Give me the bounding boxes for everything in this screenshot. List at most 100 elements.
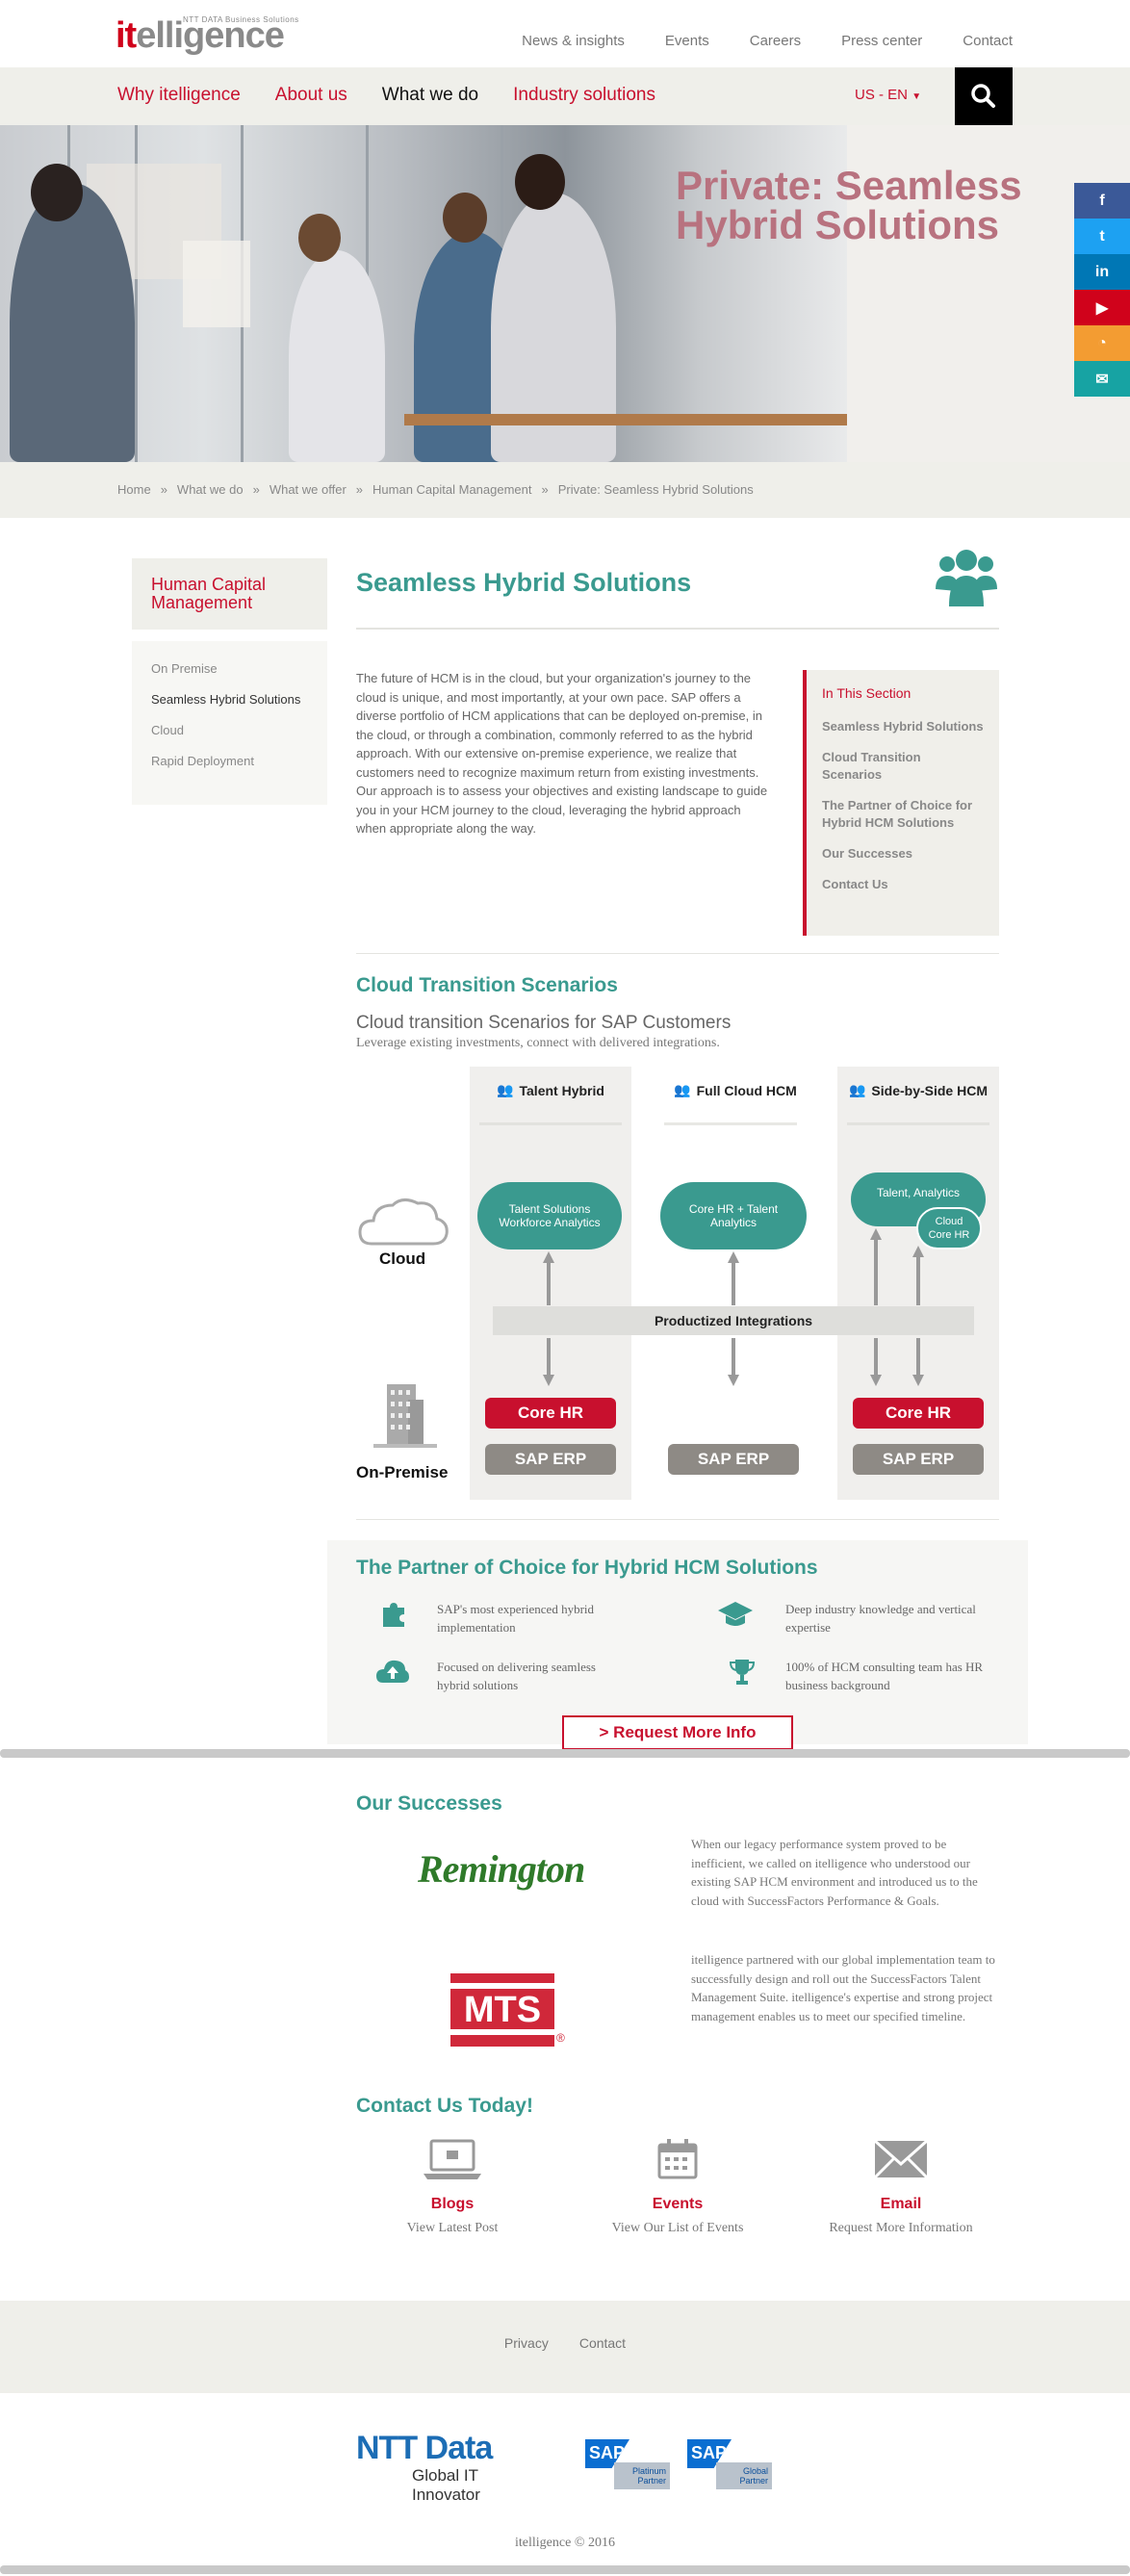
feature-text: SAP's most experienced hybrid implementa… bbox=[437, 1602, 595, 1635]
youtube-button[interactable]: ▶ bbox=[1074, 290, 1130, 325]
arrow-line bbox=[916, 1338, 920, 1377]
breadcrumb-hcm[interactable]: Human Capital Management bbox=[372, 482, 531, 497]
top-nav-events[interactable]: Events bbox=[665, 33, 709, 49]
contact-desc: Request More Information bbox=[829, 2221, 973, 2235]
sap-global-badge: SAP Global Partner bbox=[687, 2439, 772, 2489]
testimonial-quote: When our legacy performance system prove… bbox=[691, 1837, 978, 1908]
breadcrumb-separator: » bbox=[160, 482, 167, 497]
arrow-line bbox=[874, 1338, 878, 1377]
section-link-partner[interactable]: The Partner of Choice for Hybrid HCM Sol… bbox=[822, 797, 984, 832]
sidebar-item-seamless-hybrid[interactable]: Seamless Hybrid Solutions bbox=[151, 691, 308, 708]
section-link-cloud-transition[interactable]: Cloud Transition Scenarios bbox=[822, 749, 984, 784]
sidebar-item-rapid-deployment[interactable]: Rapid Deployment bbox=[151, 753, 308, 770]
main-nav: Why itelligence About us What we do Indu… bbox=[117, 85, 655, 106]
scenario-column-talent-hybrid: 👥 Talent Hybrid bbox=[470, 1067, 631, 1500]
language-select[interactable]: US - EN ▼ bbox=[855, 87, 921, 103]
title-divider bbox=[356, 628, 999, 630]
xing-button[interactable]: ✉ bbox=[1074, 361, 1130, 397]
contact-events[interactable]: Events View Our List of Events bbox=[581, 2137, 774, 2236]
main-nav-why[interactable]: Why itelligence bbox=[117, 85, 241, 106]
breadcrumb: Home » What we do » What we offer » Human C… bbox=[117, 482, 754, 497]
contact-label: Blogs bbox=[430, 2196, 475, 2212]
cloud-outline-icon bbox=[358, 1198, 449, 1246]
breadcrumb-current: Private: Seamless Hybrid Solutions bbox=[557, 482, 754, 497]
linkedin-button[interactable]: in bbox=[1074, 254, 1130, 290]
site-logo[interactable]: NTT DATA Business Solutions itelligence bbox=[116, 13, 320, 56]
main-nav-about[interactable]: About us bbox=[275, 85, 347, 106]
testimonial-quote: itelligence partnered with our global im… bbox=[691, 1952, 995, 2023]
footer-link-contact[interactable]: Contact bbox=[579, 2335, 626, 2351]
successes-title: Our Successes bbox=[356, 1792, 502, 1815]
rss-icon: ◔ bbox=[1097, 334, 1107, 351]
search-button[interactable] bbox=[955, 67, 1013, 125]
top-nav: News & insights Events Careers Press cen… bbox=[522, 33, 1013, 49]
copyright: itelligence © 2016 bbox=[515, 2536, 615, 2550]
cloud-full-cloud: Core HR + Talent Analytics bbox=[660, 1182, 807, 1249]
footer-link-privacy[interactable]: Privacy bbox=[504, 2335, 549, 2351]
cloud-talent-hybrid: Talent Solutions Workforce Analytics bbox=[477, 1182, 622, 1249]
contact-label: Events bbox=[652, 2196, 704, 2212]
core-hr-badge: Core HR bbox=[853, 1398, 984, 1429]
horizontal-scrollbar[interactable] bbox=[0, 2565, 1130, 2574]
cloud-label: Cloud bbox=[379, 1249, 426, 1268]
contact-desc: View Our List of Events bbox=[611, 2221, 744, 2235]
youtube-icon: ▶ bbox=[1095, 299, 1109, 317]
feature-text: Deep industry knowledge and vertical exp… bbox=[785, 1602, 976, 1635]
in-this-section-title: In This Section bbox=[822, 685, 912, 701]
breadcrumb-what-we-do[interactable]: What we do bbox=[177, 482, 244, 497]
sidebar-item-on-premise[interactable]: On Premise bbox=[151, 660, 308, 678]
sap-erp-badge: SAP ERP bbox=[853, 1444, 984, 1475]
column-title: Talent Hybrid bbox=[519, 1082, 604, 1098]
section-link-successes[interactable]: Our Successes bbox=[822, 845, 984, 863]
breadcrumb-separator: » bbox=[252, 482, 260, 497]
section-divider bbox=[356, 1519, 999, 1520]
request-more-info-button[interactable]: > Request More Info bbox=[562, 1715, 793, 1750]
on-premise-label: On-Premise bbox=[356, 1463, 449, 1481]
breadcrumb-what-we-offer[interactable]: What we offer bbox=[270, 482, 347, 497]
sidebar-title[interactable]: Human Capital Management bbox=[132, 558, 327, 630]
feature-text: 100% of HCM consulting team has HR busin… bbox=[785, 1660, 984, 1692]
main-nav-industry[interactable]: Industry solutions bbox=[513, 85, 655, 106]
logo-rest: elligence bbox=[136, 15, 285, 56]
scenarios-subtitle: Cloud transition Scenarios for SAP Custo… bbox=[356, 1013, 732, 1033]
twitter-button[interactable]: t bbox=[1074, 219, 1130, 254]
team-icon: 👥 bbox=[848, 1082, 866, 1097]
sidebar-item-cloud[interactable]: Cloud bbox=[151, 722, 308, 739]
top-nav-press[interactable]: Press center bbox=[841, 33, 922, 49]
column-header-divider bbox=[847, 1122, 989, 1125]
column-title: Full Cloud HCM bbox=[696, 1082, 797, 1098]
contact-blogs[interactable]: Blogs View Latest Post bbox=[356, 2137, 549, 2236]
page-title: Seamless Hybrid Solutions bbox=[356, 568, 692, 597]
team-icon: 👥 bbox=[497, 1082, 514, 1097]
linkedin-icon: in bbox=[1094, 263, 1110, 280]
team-icon bbox=[936, 550, 997, 606]
arrow-line bbox=[732, 1338, 735, 1377]
sidebar-menu: On Premise Seamless Hybrid Solutions Clo… bbox=[132, 641, 327, 805]
arrow-line bbox=[547, 1338, 551, 1377]
intro-text: The future of HCM is in the cloud, but y… bbox=[356, 671, 768, 836]
sap-badge-sub: Global Partner bbox=[716, 2462, 772, 2489]
arrow-line bbox=[916, 1253, 920, 1305]
contact-email[interactable]: Email Request More Information bbox=[805, 2137, 997, 2236]
xing-icon: ✉ bbox=[1095, 371, 1109, 388]
section-link-contact[interactable]: Contact Us bbox=[822, 876, 984, 893]
section-link-seamless[interactable]: Seamless Hybrid Solutions bbox=[822, 718, 984, 735]
contact-label: Email bbox=[880, 2196, 922, 2212]
search-icon bbox=[971, 84, 995, 108]
calendar-icon bbox=[657, 2139, 698, 2179]
breadcrumb-home[interactable]: Home bbox=[117, 482, 151, 497]
arrow-line bbox=[732, 1259, 735, 1305]
arrow-line bbox=[547, 1259, 551, 1305]
top-nav-contact[interactable]: Contact bbox=[963, 33, 1013, 49]
social-bar: f t in ▶ ◔ ✉ bbox=[1074, 183, 1130, 397]
column-title: Side-by-Side HCM bbox=[871, 1082, 988, 1098]
team-icon: 👥 bbox=[674, 1082, 691, 1097]
facebook-button[interactable]: f bbox=[1074, 183, 1130, 219]
scenarios-description: Leverage existing investments, connect w… bbox=[356, 1036, 720, 1050]
main-nav-what-we-do[interactable]: What we do bbox=[382, 85, 478, 106]
rss-button[interactable]: ◔ bbox=[1074, 325, 1130, 361]
horizontal-scrollbar[interactable] bbox=[0, 1749, 1130, 1758]
top-nav-news[interactable]: News & insights bbox=[522, 33, 625, 49]
puzzle-icon bbox=[383, 1603, 404, 1627]
top-nav-careers[interactable]: Careers bbox=[750, 33, 801, 49]
